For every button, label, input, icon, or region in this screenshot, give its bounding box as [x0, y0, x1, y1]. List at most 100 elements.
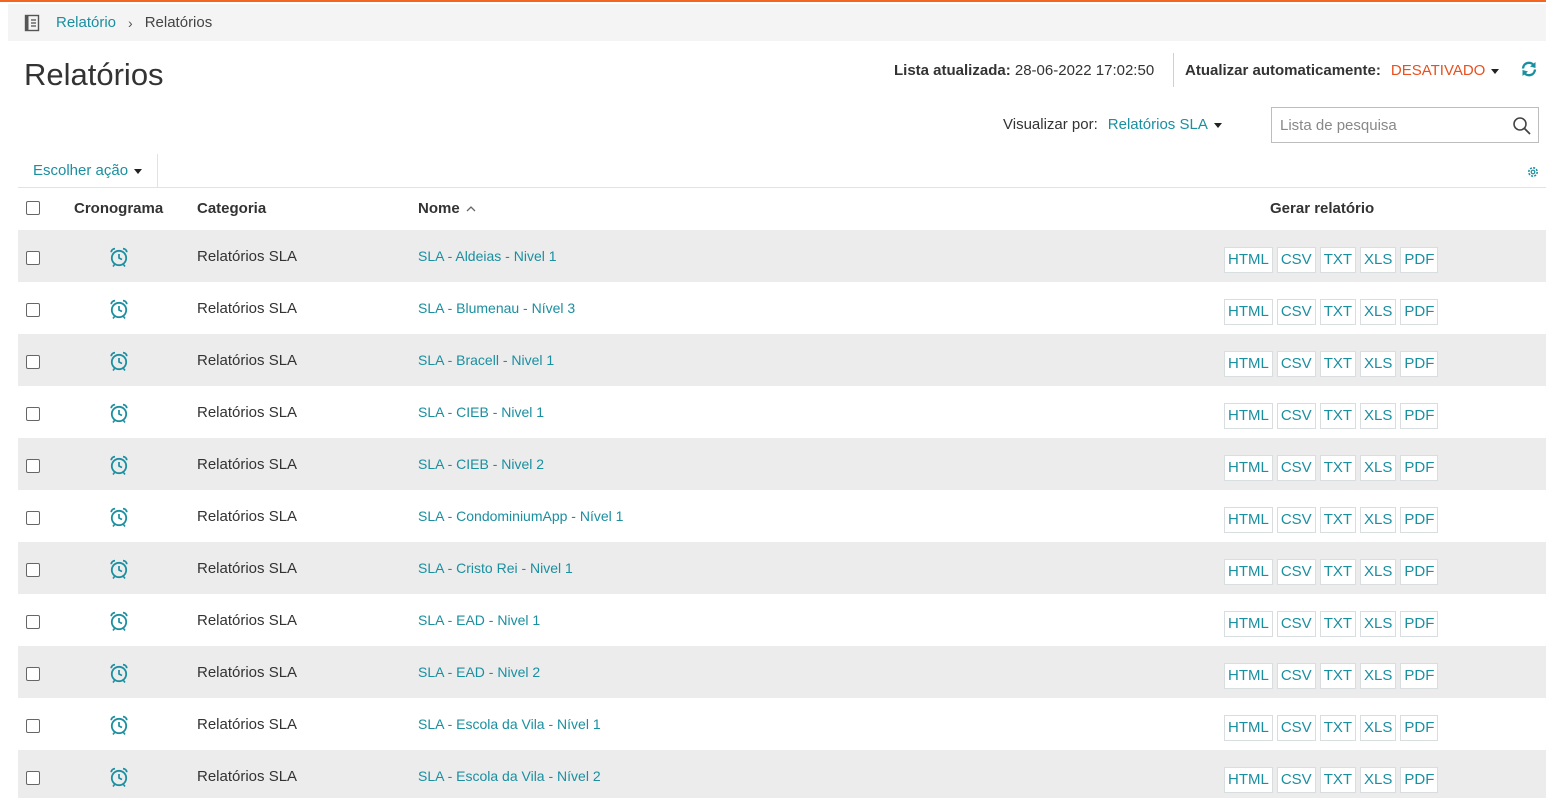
format-button-pdf[interactable]: PDF	[1400, 559, 1439, 585]
row-checkbox[interactable]	[26, 615, 40, 629]
report-name-link[interactable]: SLA - CIEB - Nivel 2	[418, 456, 544, 472]
format-button-csv[interactable]: CSV	[1276, 611, 1316, 637]
format-button-csv[interactable]: CSV	[1276, 767, 1316, 793]
format-button-xls[interactable]: XLS	[1360, 247, 1397, 273]
format-button-csv[interactable]: CSV	[1276, 351, 1316, 377]
view-by-dropdown[interactable]: Relatórios SLA	[1108, 116, 1222, 133]
row-checkbox[interactable]	[26, 355, 40, 369]
format-button-html[interactable]: HTML	[1224, 299, 1273, 325]
report-name-link[interactable]: SLA - CondominiumApp - Nível 1	[418, 508, 623, 524]
row-checkbox[interactable]	[26, 407, 40, 421]
select-all-checkbox[interactable]	[26, 201, 40, 215]
format-button-csv[interactable]: CSV	[1276, 663, 1316, 689]
format-button-csv[interactable]: CSV	[1276, 559, 1316, 585]
choose-action-dropdown[interactable]: Escolher ação	[18, 154, 159, 188]
format-button-pdf[interactable]: PDF	[1400, 247, 1439, 273]
format-button-pdf[interactable]: PDF	[1400, 455, 1439, 481]
format-button-txt[interactable]: TXT	[1319, 455, 1357, 481]
format-button-xls[interactable]: XLS	[1360, 767, 1397, 793]
format-button-txt[interactable]: TXT	[1319, 663, 1357, 689]
format-button-html[interactable]: HTML	[1224, 663, 1273, 689]
gear-icon[interactable]	[1526, 165, 1540, 179]
alarm-clock-icon[interactable]	[108, 402, 130, 424]
search-input[interactable]	[1272, 108, 1502, 142]
alarm-clock-icon[interactable]	[108, 350, 130, 372]
format-button-xls[interactable]: XLS	[1360, 299, 1397, 325]
format-button-html[interactable]: HTML	[1224, 247, 1273, 273]
row-checkbox[interactable]	[26, 667, 40, 681]
format-button-txt[interactable]: TXT	[1319, 507, 1357, 533]
format-button-csv[interactable]: CSV	[1276, 299, 1316, 325]
format-button-txt[interactable]: TXT	[1319, 247, 1357, 273]
row-checkbox[interactable]	[26, 771, 40, 785]
report-name-link[interactable]: SLA - Escola da Vila - Nível 1	[418, 716, 601, 732]
row-checkbox[interactable]	[26, 251, 40, 265]
row-checkbox[interactable]	[26, 459, 40, 473]
format-button-txt[interactable]: TXT	[1319, 351, 1357, 377]
auto-refresh-label: Atualizar automaticamente:	[1185, 62, 1381, 79]
format-button-csv[interactable]: CSV	[1276, 403, 1316, 429]
format-button-pdf[interactable]: PDF	[1400, 715, 1439, 741]
format-button-html[interactable]: HTML	[1224, 455, 1273, 481]
report-name-link[interactable]: SLA - EAD - Nivel 2	[418, 664, 540, 680]
row-checkbox[interactable]	[26, 511, 40, 525]
header-name: Nome	[418, 200, 460, 217]
format-button-xls[interactable]: XLS	[1360, 507, 1397, 533]
report-name-link[interactable]: SLA - Cristo Rei - Nivel 1	[418, 560, 573, 576]
report-name-link[interactable]: SLA - Aldeias - Nivel 1	[418, 248, 557, 264]
format-button-html[interactable]: HTML	[1224, 767, 1273, 793]
format-button-html[interactable]: HTML	[1224, 351, 1273, 377]
alarm-clock-icon[interactable]	[108, 714, 130, 736]
report-name-link[interactable]: SLA - CIEB - Nivel 1	[418, 404, 544, 420]
format-button-pdf[interactable]: PDF	[1400, 507, 1439, 533]
format-button-pdf[interactable]: PDF	[1400, 767, 1439, 793]
search-icon[interactable]	[1512, 116, 1532, 136]
report-name-link[interactable]: SLA - EAD - Nivel 1	[418, 612, 540, 628]
format-button-html[interactable]: HTML	[1224, 715, 1273, 741]
row-checkbox[interactable]	[26, 719, 40, 733]
format-button-txt[interactable]: TXT	[1319, 559, 1357, 585]
header-name-sort[interactable]: Nome	[418, 200, 476, 217]
format-button-csv[interactable]: CSV	[1276, 455, 1316, 481]
format-button-csv[interactable]: CSV	[1276, 715, 1316, 741]
format-button-xls[interactable]: XLS	[1360, 715, 1397, 741]
format-button-xls[interactable]: XLS	[1360, 455, 1397, 481]
format-button-csv[interactable]: CSV	[1276, 507, 1316, 533]
report-name-link[interactable]: SLA - Bracell - Nivel 1	[418, 352, 554, 368]
format-button-html[interactable]: HTML	[1224, 403, 1273, 429]
format-button-html[interactable]: HTML	[1224, 507, 1273, 533]
alarm-clock-icon[interactable]	[108, 766, 130, 788]
alarm-clock-icon[interactable]	[108, 246, 130, 268]
row-checkbox[interactable]	[26, 303, 40, 317]
format-button-html[interactable]: HTML	[1224, 559, 1273, 585]
format-button-html[interactable]: HTML	[1224, 611, 1273, 637]
format-button-xls[interactable]: XLS	[1360, 403, 1397, 429]
format-button-txt[interactable]: TXT	[1319, 403, 1357, 429]
format-button-pdf[interactable]: PDF	[1400, 403, 1439, 429]
format-button-pdf[interactable]: PDF	[1400, 663, 1439, 689]
alarm-clock-icon[interactable]	[108, 506, 130, 528]
format-button-txt[interactable]: TXT	[1319, 767, 1357, 793]
format-button-txt[interactable]: TXT	[1319, 715, 1357, 741]
format-button-csv[interactable]: CSV	[1276, 247, 1316, 273]
format-button-pdf[interactable]: PDF	[1400, 351, 1439, 377]
format-button-xls[interactable]: XLS	[1360, 663, 1397, 689]
format-button-txt[interactable]: TXT	[1319, 299, 1357, 325]
row-checkbox[interactable]	[26, 563, 40, 577]
format-button-txt[interactable]: TXT	[1319, 611, 1357, 637]
alarm-clock-icon[interactable]	[108, 610, 130, 632]
alarm-clock-icon[interactable]	[108, 298, 130, 320]
format-button-pdf[interactable]: PDF	[1400, 611, 1439, 637]
report-name-link[interactable]: SLA - Blumenau - Nível 3	[418, 300, 575, 316]
alarm-clock-icon[interactable]	[108, 558, 130, 580]
format-button-pdf[interactable]: PDF	[1400, 299, 1439, 325]
report-name-link[interactable]: SLA - Escola da Vila - Nível 2	[418, 768, 601, 784]
alarm-clock-icon[interactable]	[108, 454, 130, 476]
format-button-xls[interactable]: XLS	[1360, 559, 1397, 585]
breadcrumb-parent-link[interactable]: Relatório	[56, 14, 116, 31]
alarm-clock-icon[interactable]	[108, 662, 130, 684]
auto-refresh-dropdown[interactable]: DESATIVADO	[1391, 62, 1500, 79]
format-button-xls[interactable]: XLS	[1360, 351, 1397, 377]
format-button-xls[interactable]: XLS	[1360, 611, 1397, 637]
refresh-icon[interactable]	[1520, 60, 1538, 78]
